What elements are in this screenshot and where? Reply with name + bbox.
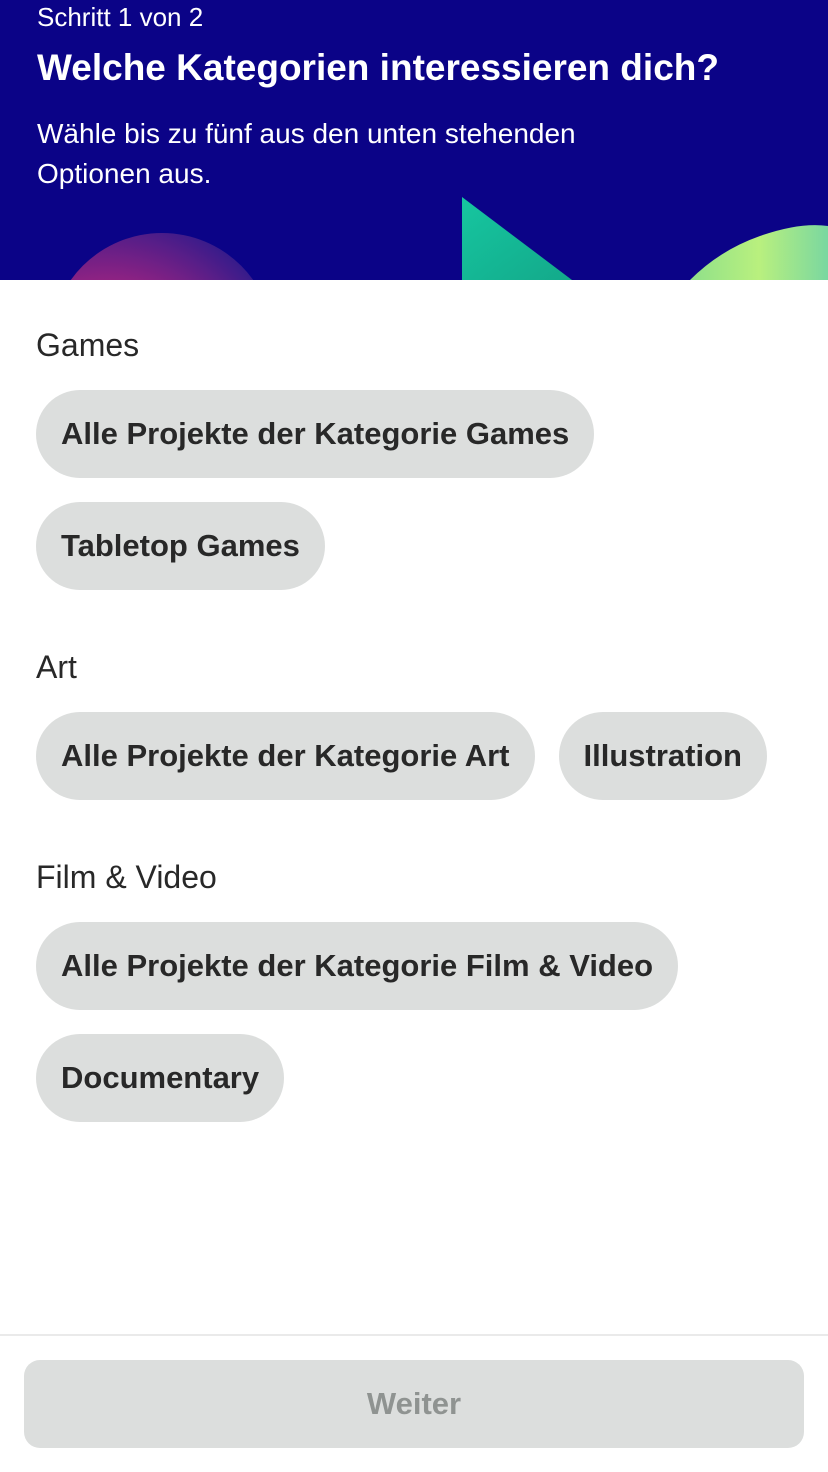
onboarding-header: Schritt 1 von 2 Welche Kategorien intere… <box>0 0 828 280</box>
category-section-art: Art Alle Projekte der Kategorie Art Illu… <box>36 647 796 800</box>
page-title: Welche Kategorien interessieren dich? <box>37 47 719 88</box>
option-group: Alle Projekte der Kategorie Art Illustra… <box>36 712 796 800</box>
category-section-games: Games Alle Projekte der Kategorie Games … <box>36 325 796 590</box>
footer-bar: Weiter <box>0 1334 828 1472</box>
option-group: Alle Projekte der Kategorie Film & Video… <box>36 922 796 1122</box>
option-chip-all-film-video[interactable]: Alle Projekte der Kategorie Film & Video <box>36 922 679 1010</box>
section-title: Art <box>36 649 77 685</box>
next-button[interactable]: Weiter <box>24 1360 804 1448</box>
step-indicator: Schritt 1 von 2 <box>37 2 204 32</box>
category-list: Games Alle Projekte der Kategorie Games … <box>36 280 796 1122</box>
option-chip-all-games[interactable]: Alle Projekte der Kategorie Games <box>36 390 595 478</box>
option-group: Alle Projekte der Kategorie Games Tablet… <box>36 390 796 590</box>
section-title: Film & Video <box>36 859 217 895</box>
section-title: Games <box>36 327 140 363</box>
option-chip-all-art[interactable]: Alle Projekte der Kategorie Art <box>36 712 535 800</box>
option-chip-illustration[interactable]: Illustration <box>558 712 767 800</box>
page-subtitle: Wähle bis zu fünf aus den unten stehende… <box>37 118 576 189</box>
option-chip-documentary[interactable]: Documentary <box>36 1034 285 1122</box>
option-chip-tabletop-games[interactable]: Tabletop Games <box>36 502 325 590</box>
category-section-film-video: Film & Video Alle Projekte der Kategorie… <box>36 857 796 1122</box>
